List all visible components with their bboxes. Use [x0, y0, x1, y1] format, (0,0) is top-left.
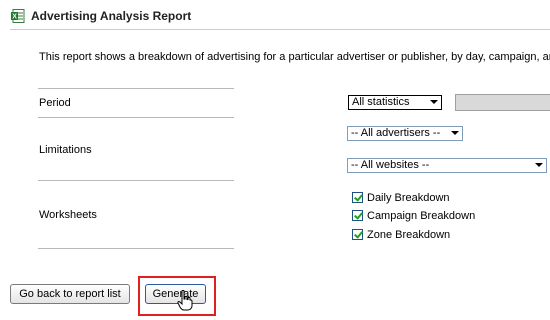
daily-breakdown-checkbox[interactable]	[352, 192, 363, 203]
separator	[38, 248, 234, 249]
period-label: Period	[39, 97, 71, 109]
chevron-down-icon	[430, 100, 438, 104]
go-back-button[interactable]: Go back to report list	[10, 284, 130, 304]
page-title: Advertising Analysis Report	[31, 9, 192, 23]
campaign-breakdown-checkbox[interactable]	[352, 210, 363, 221]
generate-button[interactable]: Generate	[145, 284, 206, 304]
period-select-value: All statistics	[352, 96, 410, 108]
period-select[interactable]: All statistics	[348, 95, 442, 110]
period-range-field[interactable]	[455, 94, 550, 111]
campaign-breakdown-label: Campaign Breakdown	[367, 210, 476, 222]
separator	[38, 88, 234, 89]
separator	[38, 180, 234, 181]
report-description: This report shows a breakdown of adverti…	[39, 51, 550, 63]
zone-breakdown-label: Zone Breakdown	[367, 229, 451, 241]
chevron-down-icon	[451, 131, 459, 135]
websites-select-value: -- All websites --	[351, 159, 430, 171]
spreadsheet-icon: X	[11, 9, 25, 23]
daily-breakdown-label: Daily Breakdown	[367, 192, 450, 204]
separator	[38, 117, 234, 118]
worksheets-label: Worksheets	[39, 209, 97, 221]
zone-breakdown-checkbox[interactable]	[352, 229, 363, 240]
chevron-down-icon	[535, 163, 543, 167]
advertisers-select[interactable]: -- All advertisers --	[347, 126, 463, 141]
limitations-label: Limitations	[39, 144, 92, 156]
header-divider	[10, 29, 550, 30]
websites-select[interactable]: -- All websites --	[347, 158, 547, 173]
hand-cursor-icon	[177, 289, 193, 312]
advertisers-select-value: -- All advertisers --	[351, 127, 441, 139]
svg-text:X: X	[12, 14, 17, 21]
